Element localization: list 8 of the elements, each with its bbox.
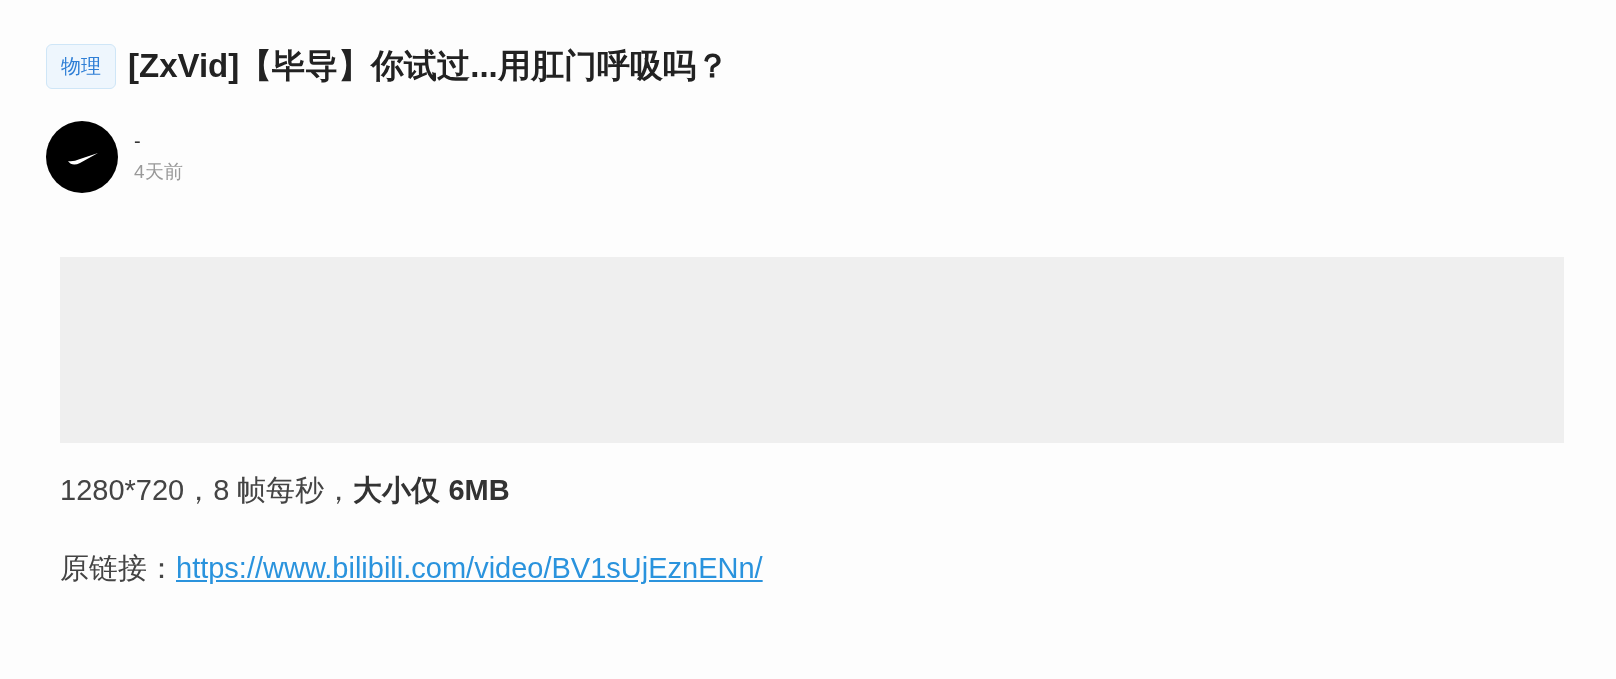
author-name: - [134, 129, 142, 153]
category-tag: 物理 [46, 44, 116, 89]
link-label: 原链接： [60, 552, 176, 584]
post-time: 4天前 [134, 159, 183, 184]
source-link[interactable]: https://www.bilibili.com/video/BV1sUjEznENn/ [176, 552, 763, 584]
avatar [46, 121, 118, 193]
post-title: [ZxVid]【毕导】你试过...用肛门呼吸吗？ [128, 46, 729, 86]
spec-text: 1280*720，8 帧每秒，大小仅 6MB [60, 473, 511, 508]
